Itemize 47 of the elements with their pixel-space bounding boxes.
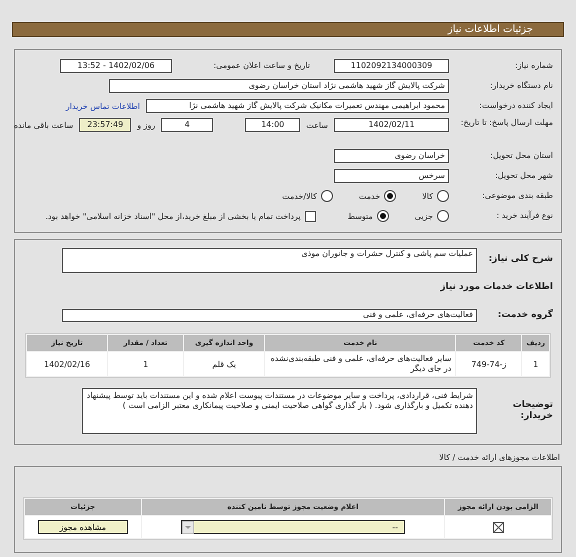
field-label: ایجاد کننده درخواست:	[478, 101, 553, 111]
dropdown-arrow-icon	[182, 520, 194, 534]
status-dropdown[interactable]: --	[180, 520, 405, 534]
field-label: ساعت باقی مانده	[14, 120, 74, 130]
checkbox-option[interactable]: پرداخت تمام یا بخشی از مبلغ خرید،از محل "اسناد خزانه اسلامی" خواهد بود.	[45, 210, 316, 222]
input-field: 14:00	[245, 118, 300, 132]
radio-option[interactable]: خدمت	[358, 190, 396, 202]
radio-option[interactable]: متوسط	[348, 210, 389, 222]
input-field: محمود ابراهیمی مهندس تعمیرات مکانیک شرکت پالایش گاز شهید هاشمی نژا	[146, 99, 449, 113]
table-cell: 1	[108, 352, 184, 376]
table-cell: ز-74-749	[456, 352, 522, 376]
input-field: شرکت پالایش گاز شهید هاشمی نژاد استان خراسان رضوی	[109, 79, 449, 93]
input-field: عملیات سم پاشی و کنترل حشرات و جانوران موذی	[62, 248, 477, 273]
input-field: 4	[161, 118, 214, 132]
view-license-button[interactable]: مشاهده مجوز	[38, 520, 128, 534]
table-cell: سایر فعالیت‌های حرفه‌ای، علمی و فنی طبقه‌بندی‌نشده در جای دیگر	[265, 352, 456, 376]
input-field: سرخس	[334, 169, 449, 183]
input-field: 1102092134000309	[334, 59, 449, 73]
field-label: نام دستگاه خریدار:	[489, 81, 553, 91]
input-field: 1402/02/11	[334, 118, 449, 132]
table-cell: 1	[522, 352, 549, 376]
field-label: تاریخ و ساعت اعلان عمومی:	[212, 61, 311, 71]
table-cell: 1402/02/16	[27, 352, 108, 376]
field-label: روز و	[137, 120, 156, 130]
section-title: اطلاعات مجوزهای ارائه خدمت / کالا	[438, 453, 560, 462]
page-header: جزئیات اطلاعات نیاز	[12, 22, 564, 37]
countdown-field: 23:57:49	[79, 118, 132, 132]
input-field: 1402/02/06 - 13:52	[60, 59, 172, 73]
field-label: شماره نیاز:	[514, 61, 553, 71]
text-area: شرایط فنی، قراردادی، پرداخت و سایر موضوعات در مستندات پیوست اعلام شده و این مستندات باید توسط پیشنهاد دهنده تکمیل و بارگذاری شود. ( بار گذاری گواهی صلاحیت ایمنی و صلاحیت پیمانکاری معتبر الزامی است )	[82, 388, 477, 434]
radio-option[interactable]: کالا/خدمت	[282, 190, 333, 202]
field-label: شهر محل تحویل:	[494, 171, 553, 181]
field-label: توضیحات خریدار:	[512, 400, 553, 422]
input-field: خراسان رضوی	[334, 149, 449, 163]
field-label: ساعت	[306, 120, 328, 130]
field-label: طبقه بندی موضوعی:	[481, 191, 553, 201]
field-label: گروه خدمت:	[496, 310, 553, 320]
radio-option[interactable]: کالا	[422, 190, 449, 202]
contact-link[interactable]: اطلاعات تماس خریدار	[66, 102, 140, 110]
section-heading: اطلاعات خدمات مورد نیاز	[439, 282, 553, 292]
field-label: استان محل تحویل:	[489, 151, 553, 161]
field-label: مهلت ارسال پاسخ: تا تاریخ:	[460, 118, 553, 128]
input-field: فعالیت‌های حرفه‌ای، علمی و فنی	[62, 308, 477, 322]
field-label: شرح کلی نیاز:	[488, 254, 553, 265]
field-label: نوع فرآیند خرید :	[495, 211, 553, 221]
radio-option[interactable]: جزیی	[414, 210, 449, 222]
table-cell: یک قلم	[184, 352, 264, 376]
